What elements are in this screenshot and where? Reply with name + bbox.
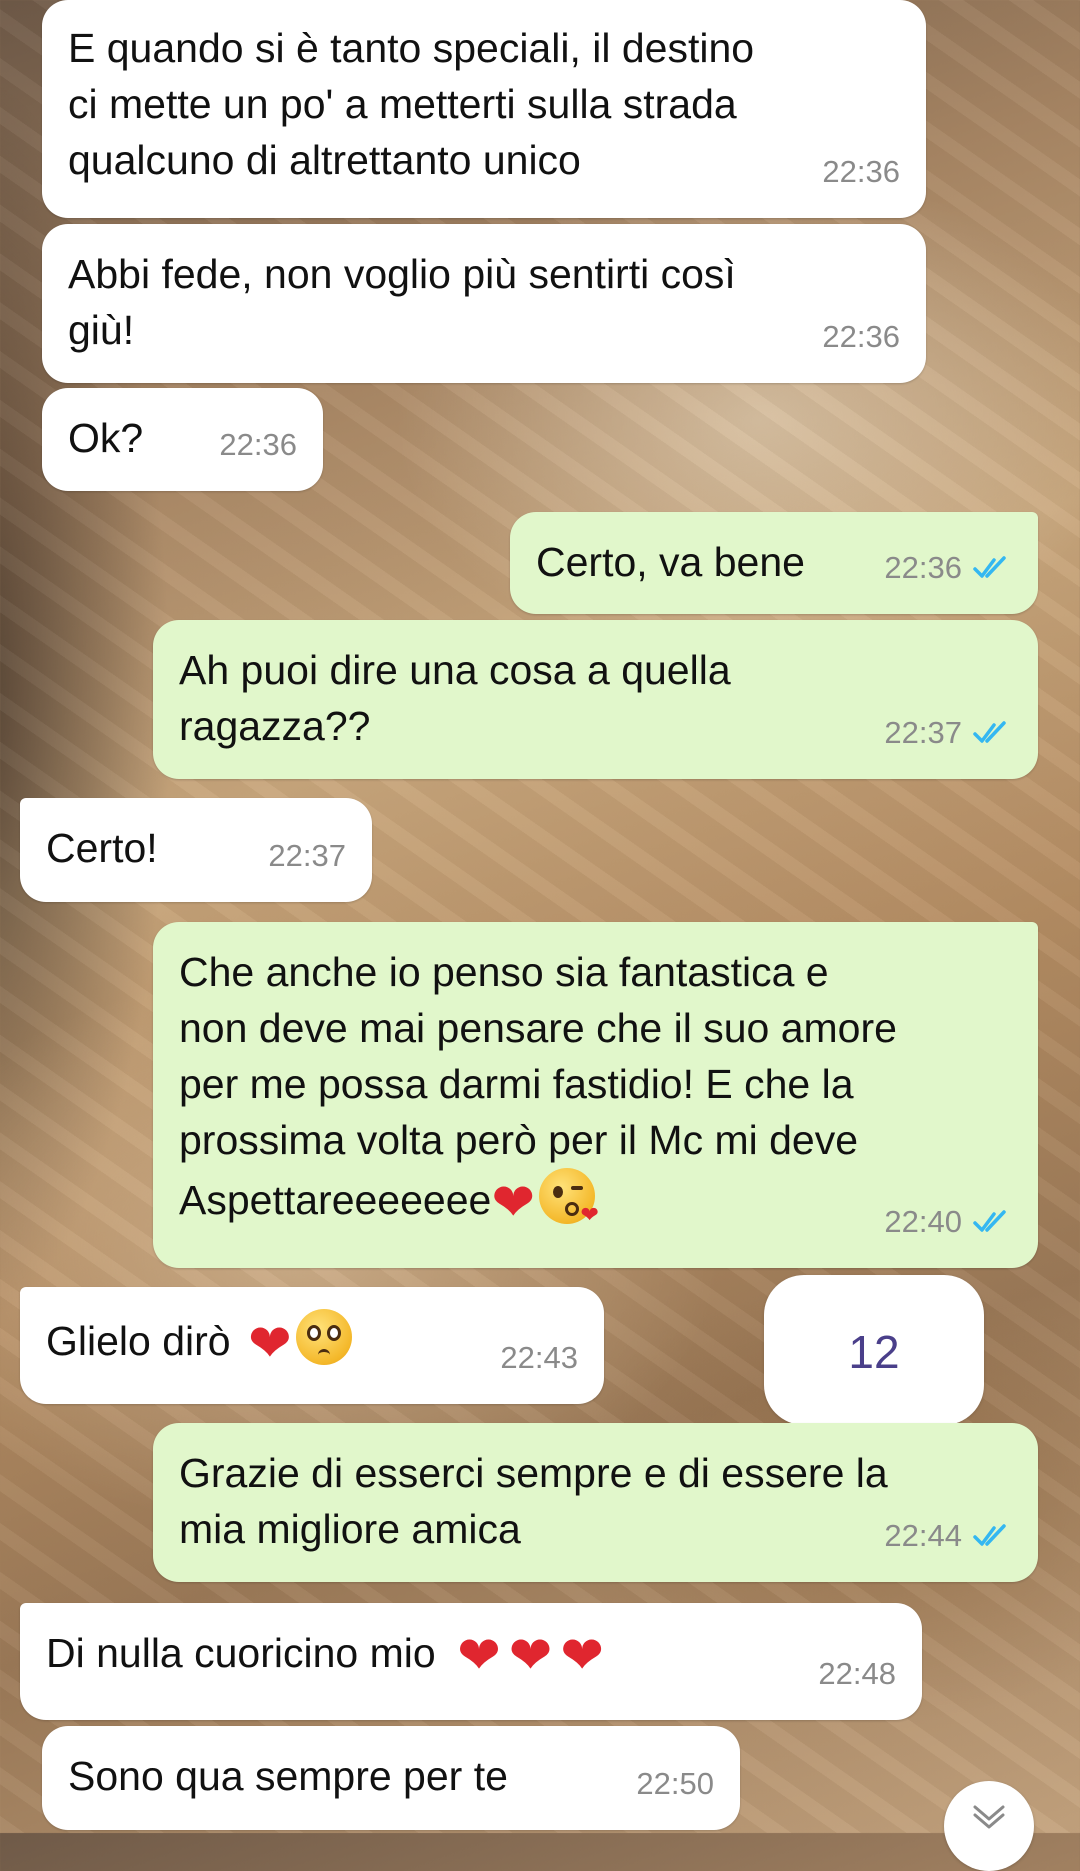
message-text: Che anche io penso sia fantastica e [179, 949, 829, 995]
message-text: giù! [68, 307, 135, 353]
message-text: Aspettareeeeeee [179, 1177, 492, 1223]
message-incoming[interactable]: Sono qua sempre per te 22:50 [42, 1726, 740, 1830]
message-text: qualcuno di altrettanto unico [68, 137, 581, 183]
chevron-down-icon [973, 1805, 1005, 1829]
message-text: Ah puoi dire una cosa a quella [179, 647, 731, 693]
message-text-line: Glielo dirò ❤ [46, 1309, 578, 1370]
message-incoming[interactable]: Abbi fede, non voglio più sentirti così … [42, 224, 926, 383]
message-time: 22:43 [500, 1340, 578, 1375]
message-text: prossima volta però per il Mc mi deve [179, 1117, 859, 1163]
message-incoming[interactable]: Di nulla cuoricino mio ❤ ❤ ❤ 22:48 [20, 1603, 922, 1720]
message-text: E quando si è tanto speciali, il destino [68, 25, 755, 71]
message-text: non deve mai pensare che il suo amore [179, 1005, 897, 1051]
face-eye [570, 1186, 583, 1190]
message-text: Grazie di esserci sempre e di essere la [179, 1450, 888, 1496]
red-heart-icon: ❤ [491, 1173, 535, 1233]
unread-counter: 12 [848, 1326, 900, 1378]
double-check-icon [973, 556, 1006, 578]
double-check-icon [973, 721, 1006, 743]
message-text: ci mette un po' a metterti sulla strada [68, 81, 737, 127]
kiss-heart-icon: ❤ [580, 1202, 599, 1227]
double-check-icon [973, 1524, 1006, 1546]
message-incoming[interactable]: Glielo dirò ❤ 22:43 [20, 1287, 604, 1404]
double-check-icon [973, 1210, 1006, 1232]
message-incoming[interactable]: Ok? 22:36 [42, 388, 323, 491]
message-text: Glielo dirò [46, 1318, 231, 1364]
message-time: 22:37 [884, 705, 1012, 761]
unread-counter-badge[interactable]: 12 [764, 1275, 984, 1447]
message-time: 22:50 [636, 1766, 714, 1801]
message-time: 22:36 [884, 540, 1012, 596]
face-mouth [564, 1202, 579, 1216]
message-incoming[interactable]: Certo! 22:37 [20, 798, 372, 902]
message-incoming[interactable]: E quando si è tanto speciali, il destino… [42, 0, 926, 218]
message-text: Sono qua sempre per te [68, 1753, 508, 1799]
face-blowing-kiss-icon: ❤ [538, 1168, 599, 1227]
pleading-face-icon [295, 1309, 352, 1365]
message-time: 22:36 [219, 427, 297, 462]
message-outgoing[interactable]: Grazie di esserci sempre e di essere la … [153, 1423, 1038, 1582]
red-heart-icon: ❤ [508, 1626, 553, 1686]
face-mouth [317, 1349, 330, 1356]
red-heart-icon: ❤ [248, 1314, 292, 1374]
message-time: 22:40 [884, 1194, 1012, 1250]
message-outgoing[interactable]: Che anche io penso sia fantastica e non … [153, 922, 1038, 1268]
face-eye [552, 1186, 563, 1198]
message-outgoing[interactable]: Certo, va bene 22:36 [510, 512, 1038, 614]
message-time: 22:44 [884, 1508, 1012, 1564]
message-outgoing[interactable]: Ah puoi dire una cosa a quella ragazza??… [153, 620, 1038, 779]
message-text: Abbi fede, non voglio più sentirti così [68, 251, 736, 297]
message-time: 22:36 [822, 319, 900, 354]
red-heart-icon: ❤ [560, 1626, 604, 1686]
message-time: 22:37 [268, 838, 346, 873]
message-time: 22:36 [822, 154, 900, 189]
face-eye [326, 1325, 341, 1341]
message-time: 22:48 [818, 1656, 896, 1691]
message-text: per me possa darmi fastidio! E che la [179, 1061, 854, 1107]
red-heart-icon: ❤ [457, 1626, 501, 1686]
scroll-to-bottom-button[interactable] [944, 1781, 1034, 1871]
message-text: Di nulla cuoricino mio [46, 1630, 436, 1676]
face-eye [306, 1325, 321, 1341]
message-text-line: Di nulla cuoricino mio ❤ ❤ ❤ [46, 1625, 896, 1682]
